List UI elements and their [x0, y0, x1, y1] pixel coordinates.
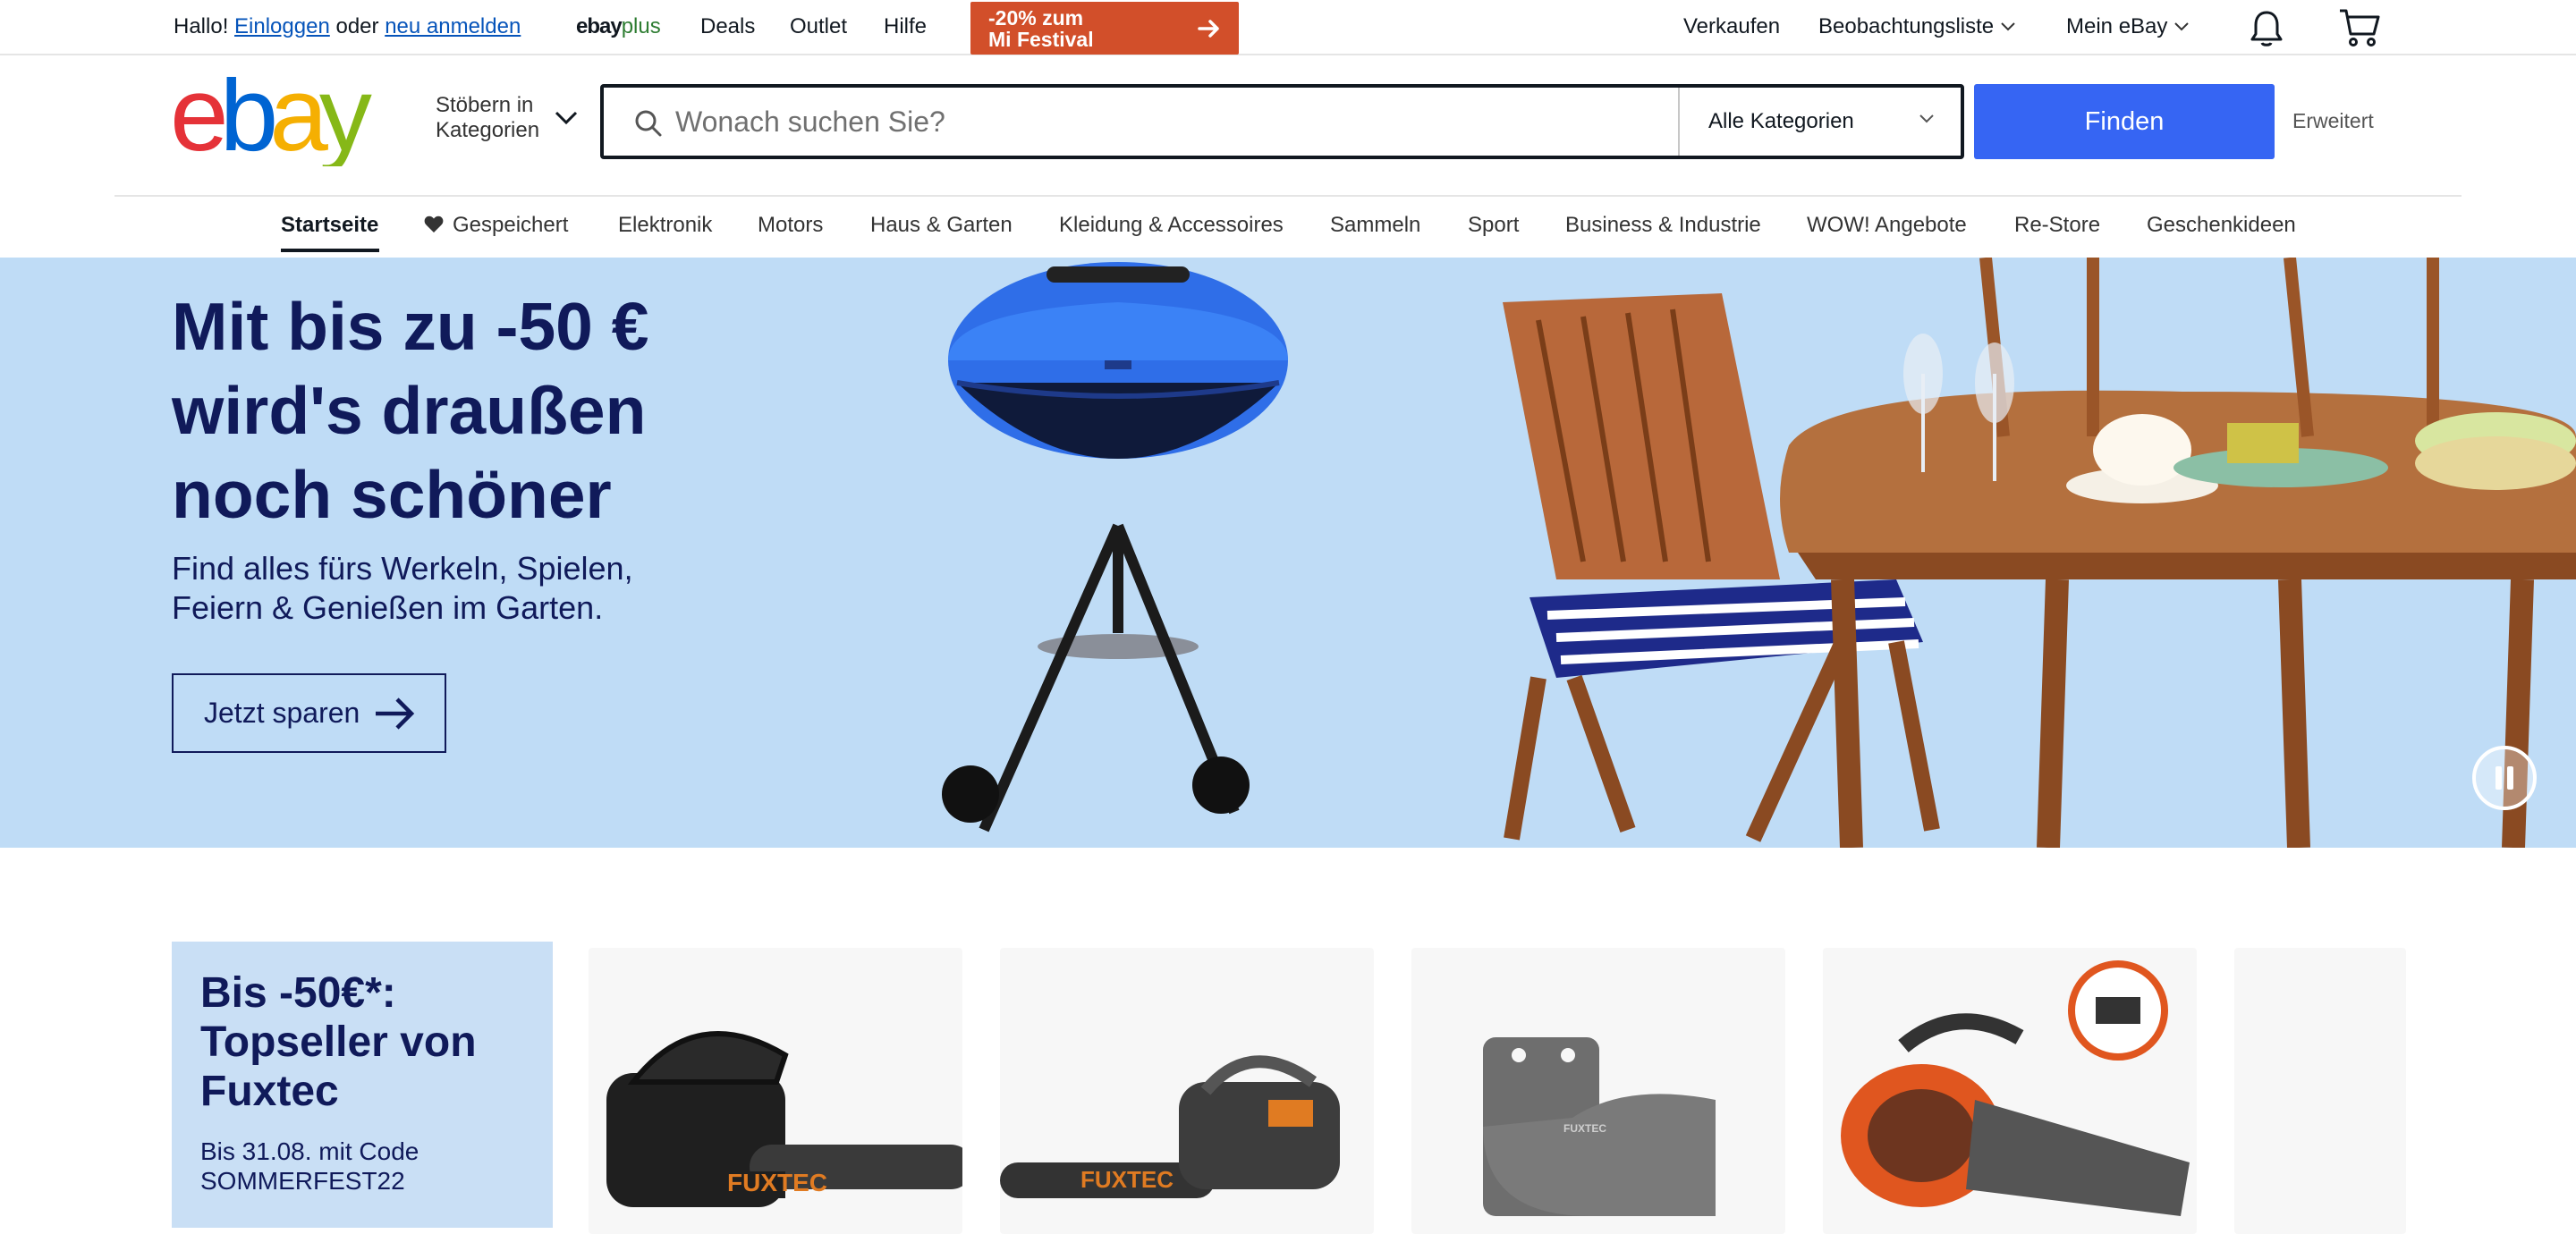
browse-categories-button[interactable]: Stöbern in Kategorien — [436, 93, 539, 143]
browse-line2: Kategorien — [436, 118, 540, 142]
outlet-link[interactable]: Outlet — [790, 0, 847, 54]
hero-title-line2: wird's draußen — [172, 373, 647, 448]
carousel-pause-button[interactable] — [2472, 746, 2537, 810]
promo-card-title-line1: Bis -50€*: — [200, 969, 396, 1017]
search-icon — [635, 110, 662, 137]
promo-card-subtitle: Bis 31.08. mit Code SOMMERFEST22 — [200, 1137, 540, 1196]
chevron-down-icon — [2001, 22, 2015, 31]
arrow-right-icon — [376, 697, 415, 730]
ebay-logo[interactable]: ebay — [170, 77, 385, 166]
table-illustration — [1780, 258, 2576, 848]
greeting-prefix: Hallo! — [174, 14, 229, 38]
nav-tab-saved[interactable]: Gespeichert — [424, 213, 568, 238]
nav-tab-home[interactable]: Startseite — [281, 213, 378, 238]
watchlist-label: Beobachtungsliste — [1818, 14, 1995, 38]
chevron-down-icon — [1919, 114, 1934, 123]
nav-tab-gift-ideas[interactable]: Geschenkideen — [2147, 213, 2296, 238]
nav-tab-electronics[interactable]: Elektronik — [618, 213, 712, 238]
promo-card-title: Bis -50€*: Topseller von Fuxtec — [200, 968, 540, 1116]
sell-link[interactable]: Verkaufen — [1683, 0, 1780, 54]
arrow-right-icon — [1198, 20, 1219, 38]
ebay-plus-link[interactable]: ebay plus — [576, 0, 661, 54]
nav-tab-re-store[interactable]: Re-Store — [2014, 213, 2100, 238]
promo-card-subtitle-line2: SOMMERFEST22 — [200, 1167, 405, 1195]
active-tab-indicator — [281, 249, 379, 252]
hero-cta-button[interactable]: Jetzt sparen — [172, 673, 446, 753]
promo-card-subtitle-line1: Bis 31.08. mit Code — [200, 1137, 419, 1165]
hero-subtitle: Find alles fürs Werkeln, Spielen, Feiern… — [172, 549, 798, 628]
nav-tab-sport[interactable]: Sport — [1468, 213, 1519, 238]
promo-card-title-line3: Fuxtec — [200, 1068, 339, 1115]
svg-text:ebay: ebay — [170, 77, 372, 166]
chevron-down-icon[interactable] — [555, 111, 578, 125]
product-brand-text: FUXTEC — [1080, 1166, 1174, 1193]
promo-banner-line2: Mi Festival — [988, 28, 1094, 51]
product-card-hose-holder[interactable]: FUXTEC — [1411, 948, 1785, 1234]
ebay-plus-suffix: plus — [621, 14, 661, 38]
product-brand-text: FUXTEC — [1563, 1122, 1606, 1135]
promo-banner-mi-festival[interactable]: -20% zum Mi Festival — [970, 2, 1239, 55]
pause-icon — [2496, 766, 2502, 790]
nav-tab-clothing[interactable]: Kleidung & Accessoires — [1059, 213, 1284, 238]
chevron-down-icon — [2174, 22, 2190, 31]
heart-icon — [424, 216, 444, 232]
browse-line1: Stöbern in — [436, 93, 534, 117]
hero-subtitle-line2: Feiern & Genießen im Garten. — [172, 589, 604, 626]
promo-card-title-line2: Topseller von — [200, 1018, 477, 1066]
advanced-search-link[interactable]: Erweitert — [2292, 109, 2374, 133]
help-link[interactable]: Hilfe — [884, 0, 927, 54]
product-card-chainsaw-1[interactable]: FUXTEC — [589, 948, 962, 1234]
hero-title-line3: noch schöner — [172, 457, 612, 532]
nav-tab-motors[interactable]: Motors — [758, 213, 823, 238]
category-select-value: Alle Kategorien — [1708, 109, 1854, 133]
bell-notification-icon[interactable] — [2248, 9, 2285, 48]
top-utility-bar: Hallo! Einloggen oder neu anmelden ebay p… — [0, 0, 2576, 55]
nav-tab-collectibles[interactable]: Sammeln — [1330, 213, 1420, 238]
my-ebay-label: Mein eBay — [2066, 14, 2168, 38]
shopping-cart-icon[interactable] — [2338, 7, 2381, 48]
promo-banner-text: -20% zum Mi Festival — [988, 7, 1167, 50]
greeting: Hallo! Einloggen oder neu anmelden — [174, 0, 521, 54]
register-link[interactable]: neu anmelden — [385, 14, 521, 39]
signin-link[interactable]: Einloggen — [234, 14, 330, 39]
promo-card-fuxtec[interactable]: Bis -50€*: Topseller von Fuxtec Bis 31.0… — [172, 942, 553, 1228]
product-brand-text: FUXTEC — [727, 1169, 827, 1196]
nav-tab-business[interactable]: Business & Industrie — [1565, 213, 1761, 238]
hero-title-line1: Mit bis zu -50 € — [172, 289, 649, 364]
leaf-blower-image — [1841, 960, 2190, 1216]
product-card-chainsaw-2[interactable]: FUXTEC — [1000, 948, 1374, 1234]
hero-title: Mit bis zu -50 € wird's draußen noch sch… — [172, 284, 977, 537]
grill-illustration — [942, 262, 1288, 833]
nav-tab-wow-deals[interactable]: WOW! Angebote — [1807, 213, 1967, 238]
chainsaw-image: FUXTEC — [606, 1031, 962, 1207]
hero-banner[interactable]: Mit bis zu -50 € wird's draußen noch sch… — [0, 258, 2576, 848]
hose-holder-image: FUXTEC — [1483, 1037, 1716, 1216]
hero-cta-label: Jetzt sparen — [204, 697, 360, 729]
my-ebay-menu[interactable]: Mein eBay — [2066, 0, 2190, 54]
category-nav: Startseite Gespeichert Elektronik Motors… — [0, 197, 2576, 256]
product-card-partial[interactable] — [2234, 948, 2406, 1234]
hero-subtitle-line1: Find alles fürs Werkeln, Spielen, — [172, 550, 633, 587]
search-bar: Alle Kategorien — [600, 84, 1964, 159]
nav-tab-saved-label: Gespeichert — [453, 213, 569, 237]
greeting-mid: oder — [335, 14, 379, 38]
search-submit-button[interactable]: Finden — [1974, 84, 2275, 159]
watchlist-menu[interactable]: Beobachtungsliste — [1818, 0, 2015, 54]
deals-link[interactable]: Deals — [700, 0, 755, 54]
ebay-plus-main: ebay — [576, 14, 623, 38]
search-input[interactable] — [675, 98, 1570, 145]
product-card-leaf-blower[interactable] — [1823, 948, 2197, 1234]
chainsaw-image: FUXTEC — [1000, 1055, 1340, 1198]
promo-banner-line1: -20% zum — [988, 6, 1084, 30]
nav-tab-home-garden[interactable]: Haus & Garten — [870, 213, 1013, 238]
category-select[interactable]: Alle Kategorien — [1678, 88, 1964, 156]
